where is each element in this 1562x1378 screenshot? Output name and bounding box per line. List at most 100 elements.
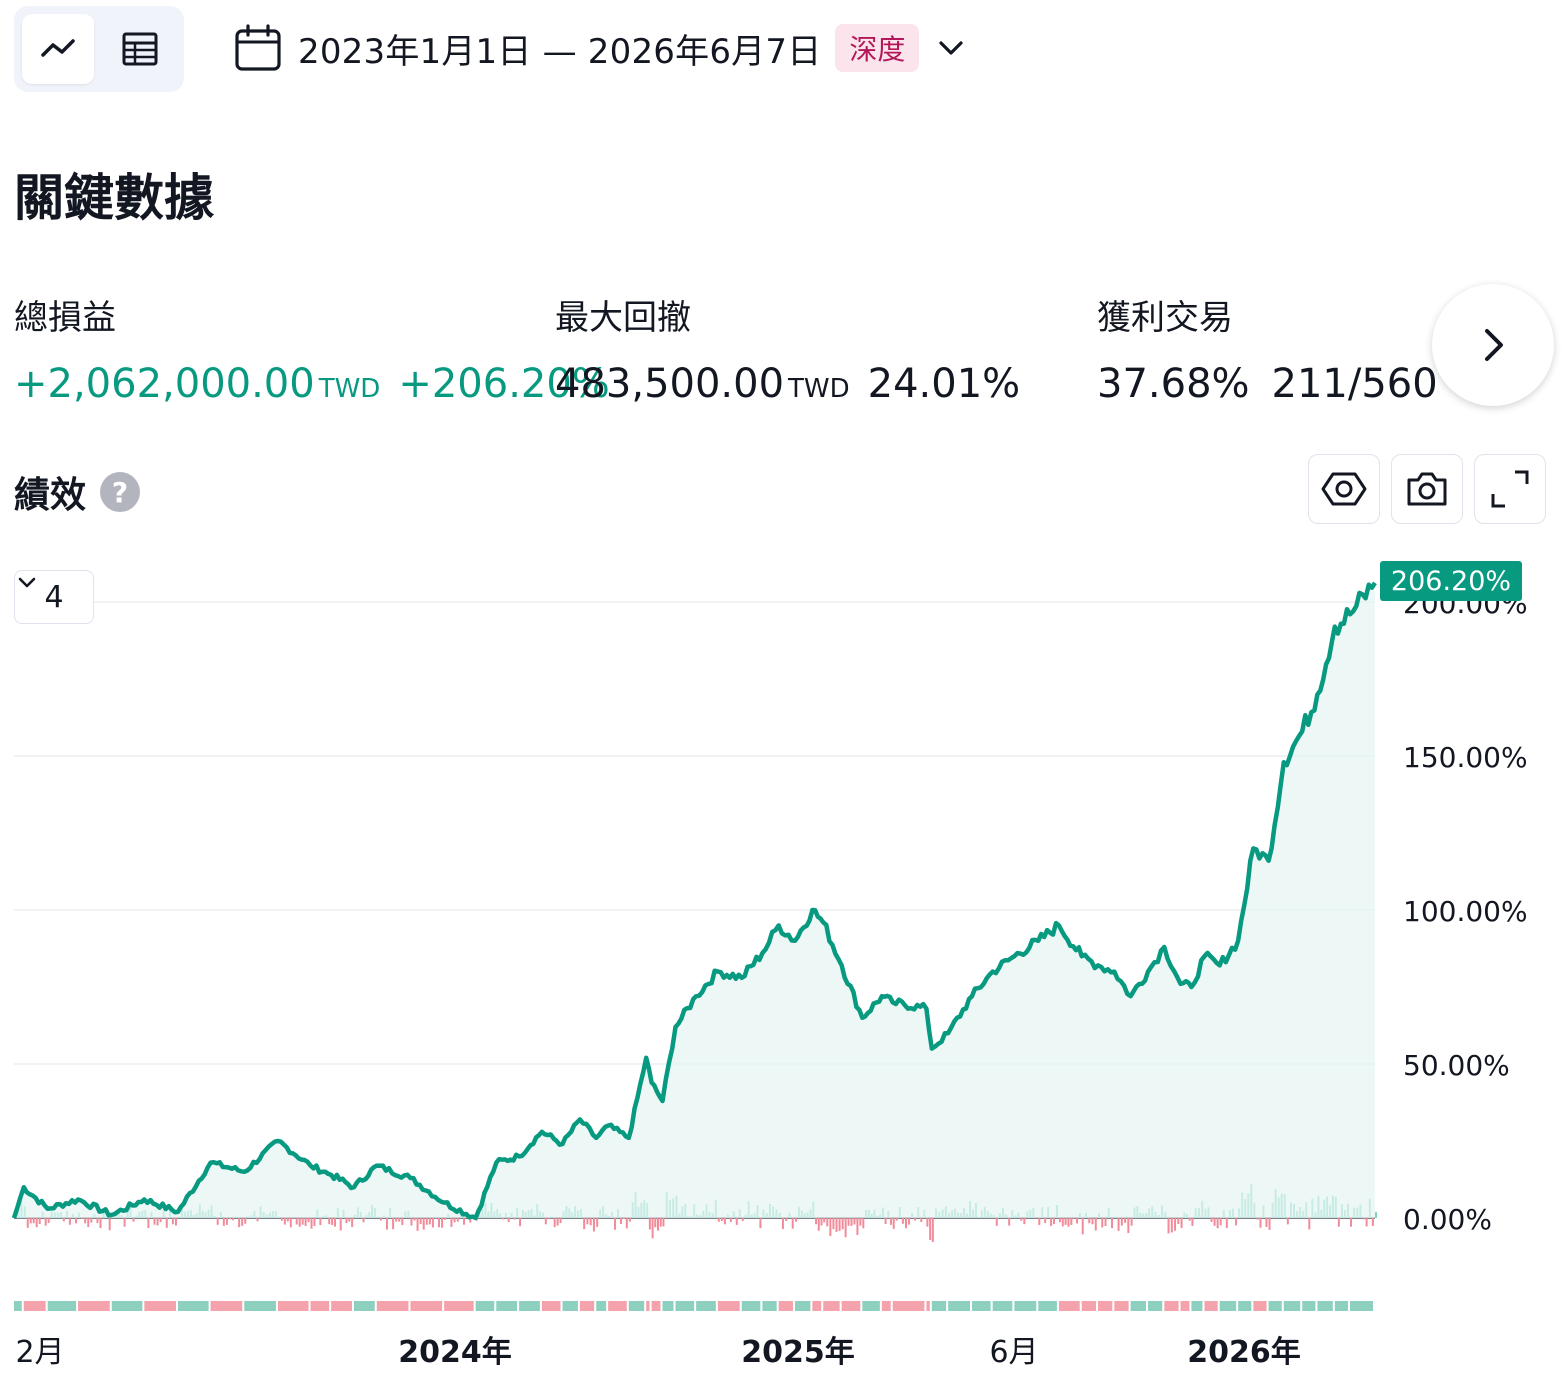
metric-currency: TWD <box>788 374 850 404</box>
x-tick-label: 2026年 <box>1187 1335 1301 1370</box>
pnl-bar-down <box>392 1218 395 1230</box>
deep-mode-badge: 深度 <box>835 24 920 72</box>
band-segment-negative <box>541 1301 561 1311</box>
pnl-bar-down <box>583 1218 586 1230</box>
pnl-bar-down <box>35 1218 38 1228</box>
pnl-bar-down <box>1337 1218 1340 1227</box>
pnl-bar-down <box>174 1218 177 1226</box>
band-segment-positive <box>1268 1301 1282 1311</box>
pnl-bar-down <box>1177 1218 1180 1225</box>
next-metrics-button[interactable] <box>1432 284 1554 406</box>
pnl-bar-down <box>328 1218 331 1225</box>
pnl-bar-down <box>741 1218 744 1222</box>
chevron-down-icon[interactable] <box>933 30 969 66</box>
pnl-bar-down <box>659 1218 662 1227</box>
pnl-bar-down <box>829 1218 832 1237</box>
pnl-bar-down <box>853 1218 856 1225</box>
pnl-bar-down <box>1081 1218 1084 1235</box>
help-icon[interactable]: ? <box>100 472 141 512</box>
pnl-bar-down <box>153 1218 156 1225</box>
date-range-selector[interactable]: 2023年1月1日 — 2026年6月7日 深度 <box>232 18 969 78</box>
metric-ratio: 211/560 <box>1271 361 1438 407</box>
table-view-button[interactable] <box>104 14 176 84</box>
pnl-bar-down <box>171 1218 174 1225</box>
band-segment-positive <box>762 1301 777 1311</box>
pnl-bar-down <box>453 1218 456 1223</box>
trade-outcome-band <box>14 1301 1373 1311</box>
band-segment-negative <box>410 1301 443 1311</box>
metric-label: 獲利交易 <box>1097 298 1233 338</box>
pnl-bar-down <box>1167 1218 1170 1234</box>
pnl-bar-down <box>1371 1218 1374 1226</box>
pnl-bar-down <box>307 1218 310 1223</box>
pnl-bar-down <box>156 1218 159 1226</box>
pnl-bar-down <box>47 1218 50 1223</box>
pnl-bar-down <box>850 1218 853 1226</box>
performance-chart: 0.00% 50.00% 100.00% 150.00% 200.00% 2月 2024年 2… <box>0 540 1562 1378</box>
pnl-bar-down <box>165 1218 168 1228</box>
pnl-bar-down <box>844 1218 847 1238</box>
pnl-bar-down <box>519 1218 522 1227</box>
band-segment-positive <box>1130 1301 1146 1311</box>
pnl-bar-down <box>1091 1218 1094 1225</box>
chart-settings-button[interactable] <box>1308 454 1380 524</box>
pnl-bar-down <box>395 1218 398 1222</box>
pnl-bar-down <box>926 1218 929 1227</box>
metric-percent: 24.01% <box>867 361 1021 407</box>
equity-chart-svg[interactable]: 0.00%50.00%100.00%150.00%200.00%2月 2024年 2… <box>0 540 1562 1378</box>
band-segment-positive <box>1350 1301 1373 1311</box>
pnl-bar-down <box>596 1218 599 1227</box>
band-segment-positive <box>1191 1301 1203 1311</box>
pnl-bar-down <box>662 1218 665 1227</box>
y-tick-label: 50.00% <box>1403 1049 1510 1082</box>
metric-value: +2,062,000.00 <box>14 361 315 407</box>
pnl-bar-down <box>422 1218 425 1230</box>
pnl-bar-down <box>859 1218 862 1226</box>
pnl-bar-down <box>283 1218 286 1225</box>
snapshot-button[interactable] <box>1391 454 1463 524</box>
pnl-bar-down <box>1174 1218 1177 1231</box>
pnl-bar-down <box>547 1218 550 1220</box>
x-tick-label: 2024年 <box>398 1335 512 1370</box>
y-tick-label: 0.00% <box>1403 1203 1492 1236</box>
pnl-bar-down <box>29 1218 32 1224</box>
band-segment-negative <box>579 1301 595 1311</box>
metric-value: 483,500.00 <box>555 361 785 407</box>
pnl-bar-down <box>781 1218 784 1230</box>
pnl-bar-down <box>1365 1218 1368 1227</box>
metric-max-drawdown: 最大回撤 483,500.00 TWD 24.01% <box>555 290 1020 407</box>
band-segment-positive <box>1283 1301 1301 1311</box>
band-segment-negative <box>926 1301 930 1311</box>
pnl-bar-down <box>289 1218 292 1228</box>
chevron-right-icon <box>1485 329 1503 361</box>
band-segment-positive <box>862 1301 880 1311</box>
x-tick-label: 2025年 <box>741 1335 855 1370</box>
last-value-label: 206.20% <box>1380 561 1522 601</box>
chart-view-button[interactable] <box>22 14 94 84</box>
view-mode-toggle <box>14 6 184 92</box>
band-segment-positive <box>244 1301 276 1311</box>
pnl-bar-down <box>428 1218 431 1225</box>
pnl-bar-down <box>99 1218 102 1229</box>
pnl-bar-down <box>817 1218 820 1231</box>
pnl-bar-down <box>904 1218 907 1229</box>
pnl-bar-down <box>385 1218 388 1230</box>
pnl-bar-down <box>1120 1218 1123 1226</box>
pnl-bar-down <box>1170 1218 1173 1233</box>
pnl-bar-down <box>1256 1218 1259 1220</box>
page-title: 關鍵數據 <box>14 169 214 227</box>
pnl-bar-down <box>87 1218 90 1228</box>
band-segment-positive <box>596 1301 607 1311</box>
performance-title: 績效 <box>14 475 87 516</box>
fullscreen-button[interactable] <box>1474 454 1546 524</box>
band-segment-positive <box>47 1301 77 1311</box>
series-toggle-button[interactable]: 4 <box>14 570 94 624</box>
date-range-text: 2023年1月1日 — 2026年6月7日 <box>298 31 822 72</box>
pnl-bar-down <box>425 1218 428 1225</box>
band-segment-positive <box>972 1301 991 1311</box>
y-tick-label: 100.00% <box>1403 895 1528 928</box>
pnl-bar-down <box>1350 1218 1353 1227</box>
band-segment-negative <box>1081 1301 1097 1311</box>
pnl-bar-down <box>401 1218 404 1226</box>
pnl-bar-down <box>914 1218 917 1221</box>
